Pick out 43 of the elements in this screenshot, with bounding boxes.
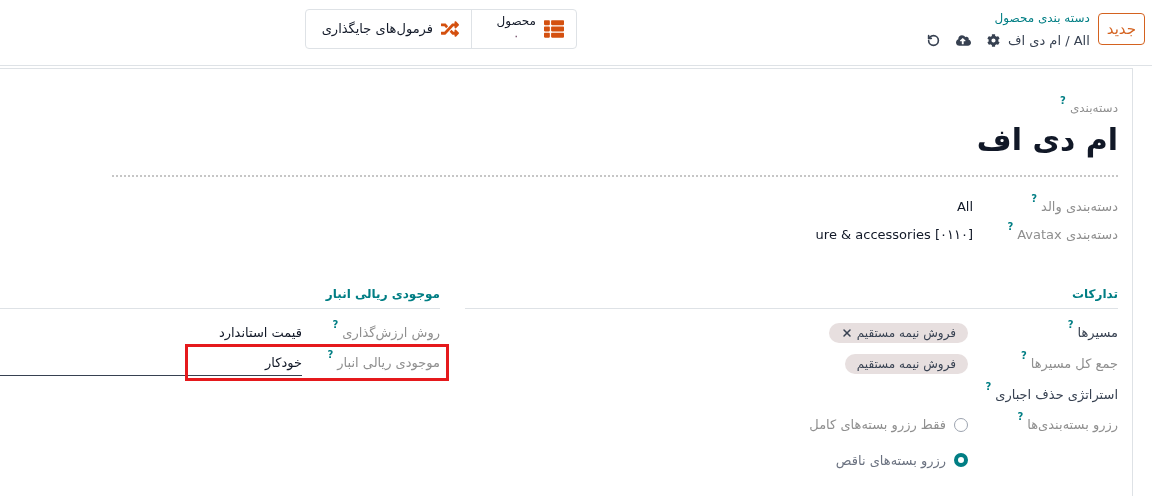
help-mark[interactable]: ? bbox=[1067, 319, 1074, 330]
remove-icon[interactable] bbox=[840, 326, 853, 339]
list-icon bbox=[544, 19, 564, 39]
undo-icon[interactable] bbox=[927, 34, 940, 48]
radio-label: رزرو بسته‌های ناقص bbox=[835, 451, 946, 470]
select-field[interactable]: خودکار bbox=[0, 353, 302, 376]
field-label: جمع کل مسیرها bbox=[1030, 354, 1118, 373]
breadcrumb-title[interactable]: دسته بندی محصول bbox=[927, 9, 1090, 27]
help-mark[interactable]: ? bbox=[1020, 350, 1027, 361]
section-title: موجودی ریالی انبار bbox=[0, 284, 440, 309]
settings-icon[interactable] bbox=[987, 34, 1000, 48]
field-label: دسته‌بندی Avatax bbox=[1017, 226, 1118, 244]
field-label: رزرو بسته‌بندی‌ها bbox=[1027, 416, 1118, 435]
field-label: دسته‌بندی والد bbox=[1041, 197, 1118, 216]
stat-count: ۰ bbox=[512, 29, 521, 44]
route-tag: فروش نیمه مستقیم bbox=[844, 353, 968, 374]
stat-label: محصول bbox=[496, 14, 536, 29]
help-mark[interactable]: ? bbox=[1017, 412, 1024, 422]
category-name-field[interactable]: ام دی اف bbox=[112, 121, 1118, 177]
field-label: موجودی ریالی انبار bbox=[337, 354, 440, 373]
field-label: دسته‌بندی bbox=[1069, 100, 1118, 117]
help-mark[interactable]: ? bbox=[1060, 96, 1066, 106]
radio-label: فقط رزرو بسته‌های کامل bbox=[809, 416, 946, 435]
new-button[interactable]: جدید bbox=[1097, 13, 1145, 45]
help-mark[interactable]: ? bbox=[327, 350, 334, 360]
cloud-upload-icon[interactable] bbox=[956, 33, 971, 49]
field-label: مسیرها bbox=[1077, 323, 1118, 342]
field-label: روش ارزش‌گذاری bbox=[342, 323, 440, 342]
radio-button[interactable] bbox=[954, 417, 968, 432]
help-mark[interactable]: ? bbox=[1007, 222, 1014, 232]
shuffle-icon bbox=[441, 20, 459, 38]
product-stat-button[interactable]: محصول ۰ bbox=[471, 10, 576, 48]
help-mark[interactable]: ? bbox=[1031, 193, 1038, 204]
field-value: قیمت استاندارد bbox=[218, 323, 302, 342]
help-mark[interactable]: ? bbox=[985, 381, 992, 392]
route-tag: فروش نیمه مستقیم bbox=[828, 322, 968, 343]
field-label: استراتژی حذف اجباری bbox=[995, 385, 1118, 404]
radio-button[interactable] bbox=[954, 453, 968, 468]
section-title: تدارکات bbox=[465, 284, 1118, 309]
help-mark[interactable]: ? bbox=[332, 319, 339, 330]
field-value: ure & accessories [۰۱۱۰] bbox=[815, 226, 973, 244]
field-value: All bbox=[956, 197, 973, 216]
putaway-rules-button[interactable]: فرمول‌های جایگذاری bbox=[306, 10, 471, 48]
